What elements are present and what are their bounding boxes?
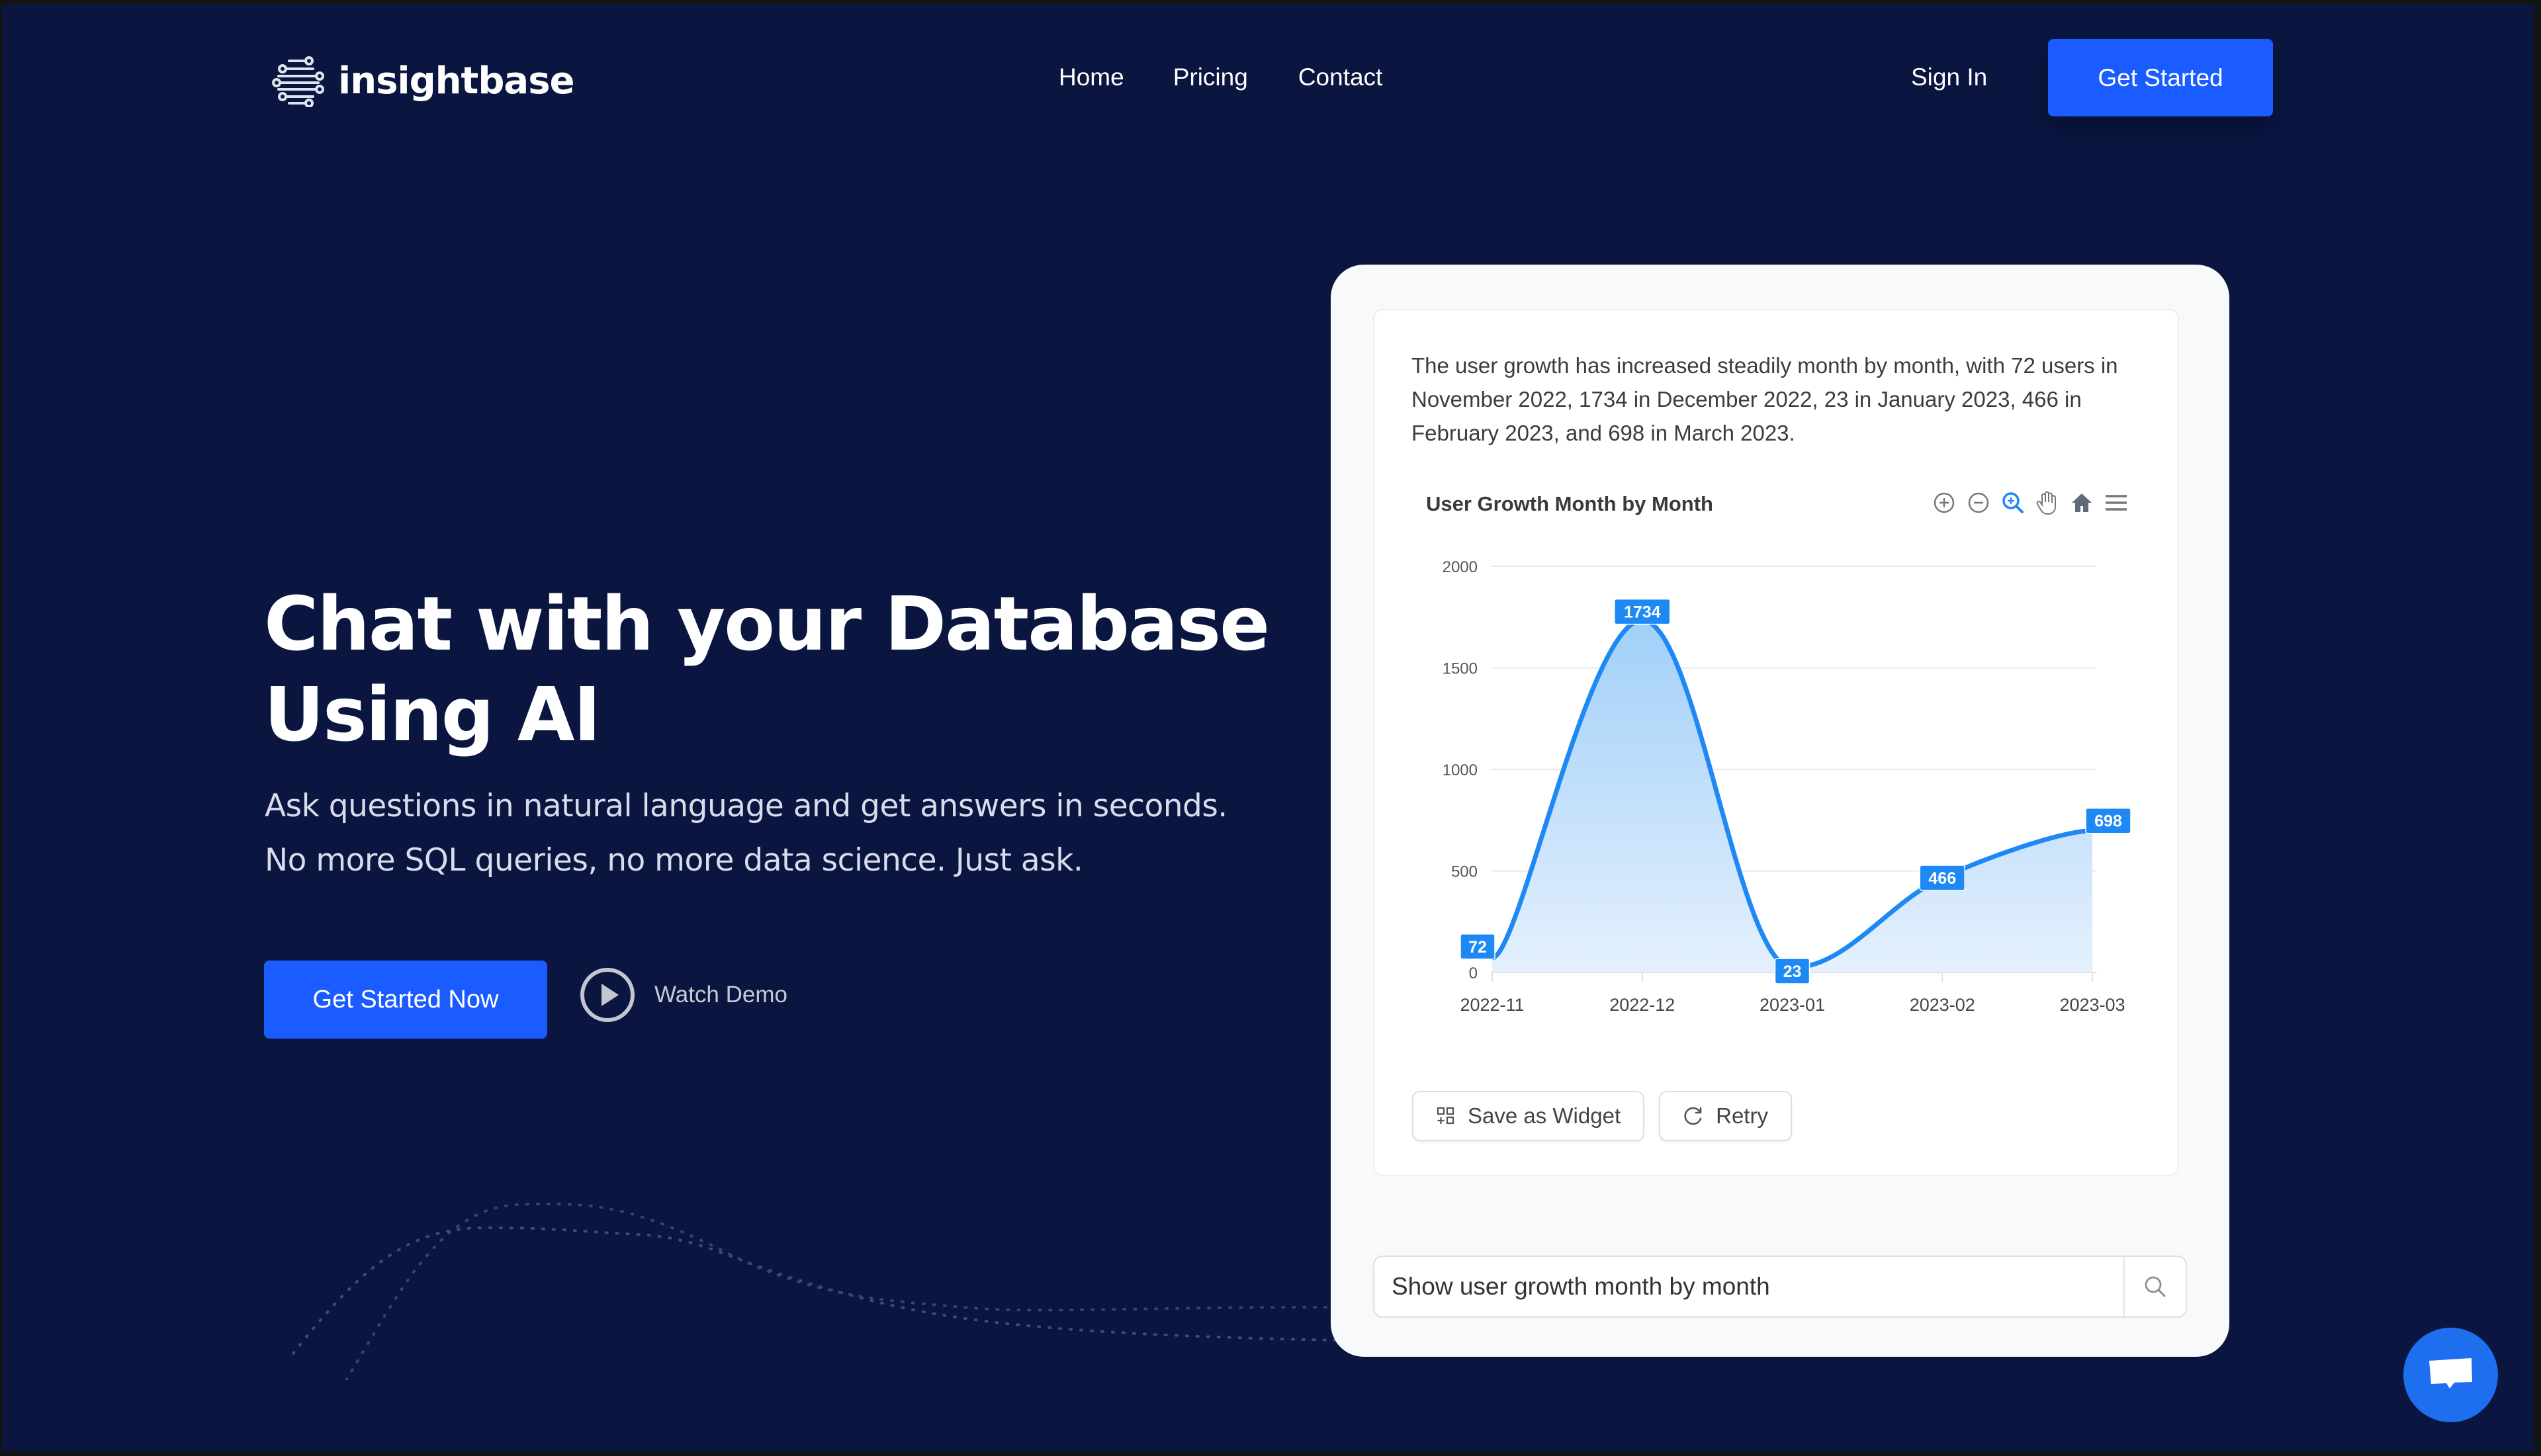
zoom-in-icon[interactable] bbox=[1930, 489, 1958, 517]
selection-zoom-icon[interactable] bbox=[1999, 489, 2027, 517]
watch-demo-label: Watch Demo bbox=[654, 982, 787, 1007]
series-area bbox=[1492, 620, 2092, 972]
y-tick-label: 1500 bbox=[1443, 660, 1478, 678]
x-tick-label: 2022-12 bbox=[1609, 995, 1675, 1015]
y-tick-label: 0 bbox=[1469, 964, 1478, 982]
data-label: 698 bbox=[2094, 812, 2122, 831]
sign-in-link[interactable]: Sign In bbox=[1911, 64, 1987, 91]
nav-home[interactable]: Home bbox=[1059, 64, 1124, 91]
data-label-box bbox=[1460, 933, 1495, 960]
x-tick-label: 2023-02 bbox=[1910, 995, 1975, 1015]
chart-toolbar bbox=[1930, 489, 2130, 517]
data-label-box bbox=[2085, 807, 2131, 834]
data-label: 466 bbox=[1928, 869, 1956, 888]
search-button[interactable] bbox=[2123, 1257, 2186, 1316]
hero-headline-line2: Using AI bbox=[264, 672, 601, 758]
hero-subtitle: Ask questions in natural language and ge… bbox=[265, 788, 1227, 878]
chat-preview-card: The user growth has increased steadily m… bbox=[1331, 265, 2229, 1357]
play-icon bbox=[580, 968, 635, 1022]
answer-actions: Save as Widget Retry bbox=[1412, 1091, 1792, 1141]
retry-icon bbox=[1684, 1107, 1702, 1125]
series-line bbox=[1491, 618, 2093, 970]
save-as-widget-button[interactable]: Save as Widget bbox=[1412, 1091, 1645, 1141]
save-as-widget-label: Save as Widget bbox=[1468, 1103, 1621, 1128]
answer-text: The user growth has increased steadily m… bbox=[1411, 353, 2118, 445]
search-icon bbox=[2145, 1276, 2166, 1297]
retry-button[interactable]: Retry bbox=[1659, 1091, 1792, 1141]
retry-label: Retry bbox=[1716, 1103, 1768, 1128]
hero-headline: Chat with your Database Using AI bbox=[264, 579, 1323, 761]
watch-demo-button[interactable]: Watch Demo bbox=[579, 966, 787, 1023]
data-label-box bbox=[1919, 865, 1965, 891]
data-label-box bbox=[1614, 598, 1671, 625]
menu-icon[interactable] bbox=[2102, 489, 2130, 517]
y-tick-label: 1000 bbox=[1443, 761, 1478, 779]
chart-title: User Growth Month by Month bbox=[1426, 492, 1713, 515]
nav-pricing[interactable]: Pricing bbox=[1173, 64, 1248, 91]
data-label: 1734 bbox=[1624, 603, 1661, 622]
chat-widget-button[interactable] bbox=[2403, 1328, 2498, 1422]
query-input[interactable] bbox=[1374, 1257, 2123, 1316]
brand-name: insightbase bbox=[338, 59, 574, 103]
answer-card: The user growth has increased steadily m… bbox=[1373, 309, 2179, 1176]
logo-icon bbox=[272, 56, 324, 107]
data-label: 72 bbox=[1468, 938, 1487, 957]
nav-contact[interactable]: Contact bbox=[1298, 64, 1383, 91]
y-tick-label: 500 bbox=[1451, 863, 1478, 881]
reset-home-icon[interactable] bbox=[2068, 489, 2096, 517]
query-bar bbox=[1373, 1256, 2187, 1318]
decorative-dotted-wave bbox=[292, 1202, 1339, 1380]
get-started-now-button[interactable]: Get Started Now bbox=[264, 961, 547, 1039]
x-tick-label: 2023-03 bbox=[2059, 995, 2125, 1015]
zoom-out-icon[interactable] bbox=[1965, 489, 1992, 517]
landing-page: insightbase Home Pricing Contact Sign In… bbox=[2, 4, 2534, 1451]
x-tick-label: 2022-11 bbox=[1460, 995, 1524, 1015]
y-tick-label: 2000 bbox=[1443, 558, 1478, 576]
data-label: 23 bbox=[1783, 963, 1802, 981]
brand-logo[interactable]: insightbase bbox=[272, 54, 574, 107]
data-label-box bbox=[1774, 958, 1810, 984]
chat-bubble-icon bbox=[2429, 1357, 2472, 1389]
widget-add-icon bbox=[1437, 1107, 1454, 1125]
main-nav: Home Pricing Contact bbox=[1059, 64, 1382, 91]
get-started-button[interactable]: Get Started bbox=[2048, 39, 2273, 116]
x-tick-label: 2023-01 bbox=[1760, 995, 1825, 1015]
hero-headline-line1: Chat with your Database bbox=[264, 581, 1270, 667]
pan-icon[interactable] bbox=[2033, 489, 2061, 517]
